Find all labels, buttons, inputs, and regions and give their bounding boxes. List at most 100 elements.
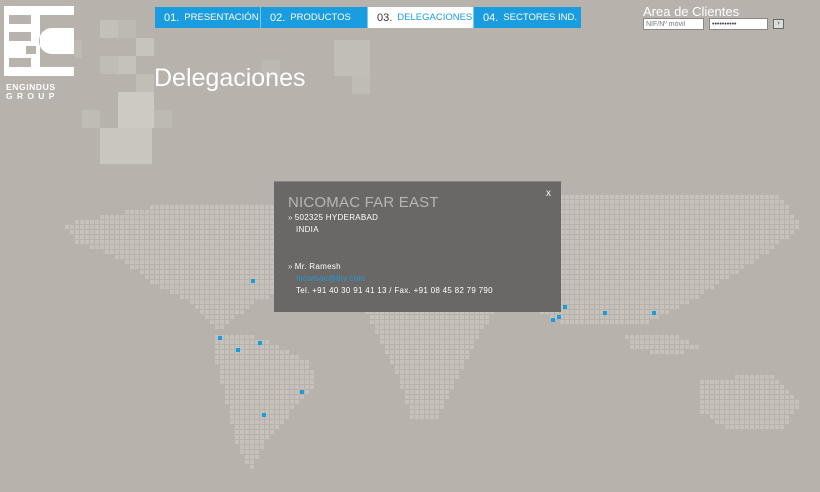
map-cell: [775, 420, 779, 424]
office-marker[interactable]: [551, 318, 555, 322]
office-marker[interactable]: [236, 348, 240, 352]
map-cell: [235, 355, 239, 359]
map-cell: [435, 380, 439, 384]
map-cell: [210, 220, 214, 224]
map-cell: [130, 245, 134, 249]
map-cell: [460, 355, 464, 359]
map-cell: [665, 205, 669, 209]
map-cell: [600, 270, 604, 274]
tab-delegaciones[interactable]: 03. DELEGACIONES: [368, 7, 474, 28]
office-marker[interactable]: [300, 390, 304, 394]
map-cell: [255, 390, 259, 394]
office-marker[interactable]: [603, 311, 607, 315]
map-cell: [375, 320, 379, 324]
map-cell: [650, 300, 654, 304]
map-cell: [195, 255, 199, 259]
map-cell: [185, 210, 189, 214]
map-cell: [70, 225, 74, 229]
map-cell: [410, 390, 414, 394]
map-cell: [200, 225, 204, 229]
map-cell: [175, 205, 179, 209]
office-marker[interactable]: [258, 341, 262, 345]
map-cell: [445, 350, 449, 354]
map-cell: [585, 315, 589, 319]
tab-productos[interactable]: 02. PRODUCTOS: [261, 7, 368, 28]
map-cell: [670, 265, 674, 269]
map-cell: [720, 380, 724, 384]
map-cell: [215, 265, 219, 269]
nif-input[interactable]: [643, 18, 704, 30]
password-input[interactable]: [709, 18, 768, 30]
map-cell: [120, 245, 124, 249]
tab-presentacion[interactable]: 01. PRESENTACIÓN: [155, 7, 261, 28]
map-cell: [775, 395, 779, 399]
map-cell: [790, 400, 794, 404]
map-cell: [605, 290, 609, 294]
map-cell: [730, 245, 734, 249]
map-cell: [780, 385, 784, 389]
map-cell: [580, 265, 584, 269]
office-marker[interactable]: [218, 336, 222, 340]
map-cell: [235, 225, 239, 229]
map-cell: [590, 250, 594, 254]
map-cell: [220, 310, 224, 314]
map-cell: [610, 315, 614, 319]
map-cell: [180, 270, 184, 274]
map-cell: [610, 235, 614, 239]
map-cell: [565, 310, 569, 314]
map-cell: [245, 425, 249, 429]
office-marker[interactable]: [652, 311, 656, 315]
map-cell: [620, 235, 624, 239]
map-cell: [390, 320, 394, 324]
map-cell: [765, 380, 769, 384]
office-marker[interactable]: [251, 279, 255, 283]
office-popup: NICOMAC FAR EAST x » 502325 HYDERABAD IND…: [274, 181, 561, 312]
contact-email-link[interactable]: nicomac@lhy.com: [296, 274, 365, 283]
map-cell: [710, 390, 714, 394]
map-cell: [595, 290, 599, 294]
map-cell: [310, 385, 314, 389]
map-cell: [665, 220, 669, 224]
map-cell: [255, 255, 259, 259]
map-cell: [630, 300, 634, 304]
map-cell: [615, 235, 619, 239]
map-cell: [625, 245, 629, 249]
map-cell: [420, 325, 424, 329]
map-cell: [740, 245, 744, 249]
map-cell: [735, 265, 739, 269]
map-cell: [260, 350, 264, 354]
tab-sectores[interactable]: 04. SECTORES IND.: [474, 7, 581, 28]
map-cell: [570, 260, 574, 264]
map-cell: [260, 225, 264, 229]
office-marker[interactable]: [262, 413, 266, 417]
map-cell: [170, 245, 174, 249]
engindus-logo[interactable]: ENGINDUS GROUP: [4, 6, 76, 101]
office-marker[interactable]: [563, 305, 567, 309]
close-button[interactable]: x: [546, 188, 551, 199]
map-cell: [690, 290, 694, 294]
map-cell: [645, 265, 649, 269]
map-cell: [255, 280, 259, 284]
map-cell: [740, 375, 744, 379]
map-cell: [255, 395, 259, 399]
map-cell: [670, 275, 674, 279]
map-cell: [670, 220, 674, 224]
map-cell: [580, 235, 584, 239]
map-cell: [595, 230, 599, 234]
map-cell: [645, 240, 649, 244]
map-cell: [425, 405, 429, 409]
map-cell: [230, 345, 234, 349]
map-cell: [420, 340, 424, 344]
map-cell: [660, 270, 664, 274]
map-cell: [775, 385, 779, 389]
map-cell: [260, 260, 264, 264]
map-cell: [675, 260, 679, 264]
map-cell: [245, 385, 249, 389]
map-cell: [265, 295, 269, 299]
map-cell: [245, 240, 249, 244]
map-cell: [220, 230, 224, 234]
login-button[interactable]: ›: [773, 19, 784, 29]
map-cell: [215, 245, 219, 249]
office-marker[interactable]: [557, 315, 561, 319]
map-cell: [670, 345, 674, 349]
